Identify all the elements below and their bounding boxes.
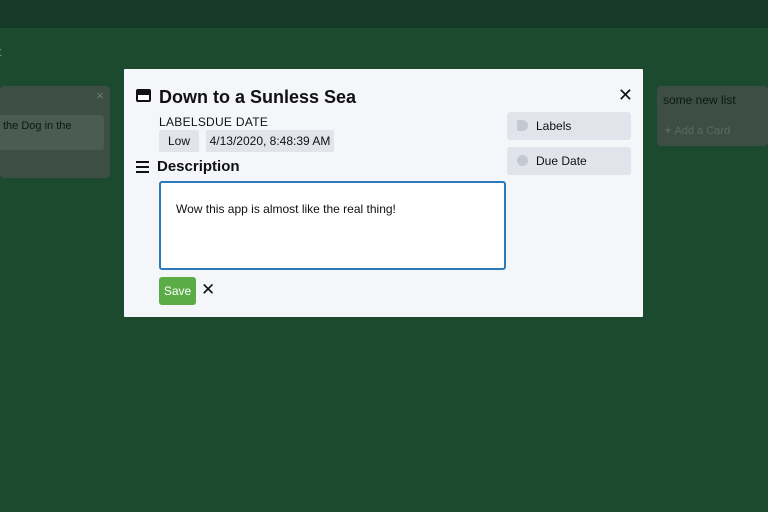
card-icon	[136, 89, 151, 102]
save-button[interactable]: Save	[159, 277, 196, 305]
plus-icon: +	[665, 125, 672, 137]
label-chip[interactable]: Low	[159, 130, 199, 152]
list-title[interactable]: some new list	[663, 93, 736, 107]
due-date-button[interactable]: Due Date	[507, 147, 631, 175]
due-date-button-label: Due Date	[536, 154, 587, 168]
add-card-label: Add a Card	[674, 125, 731, 137]
cancel-icon[interactable]: ✕	[201, 280, 215, 300]
description-heading: Description	[157, 158, 240, 175]
description-icon	[136, 161, 149, 173]
list-close-icon[interactable]: ×	[96, 88, 104, 103]
tag-icon	[517, 120, 528, 131]
description-textarea[interactable]: Wow this app is almost like the real thi…	[159, 181, 506, 270]
card-title[interactable]: Down to a Sunless Sea	[159, 87, 356, 108]
clock-icon	[517, 155, 528, 166]
list-left: × the Dog in the	[0, 86, 110, 178]
due-date-heading: DUE DATE	[206, 115, 269, 129]
labels-heading: LABELS	[159, 115, 207, 129]
labels-button[interactable]: Labels	[507, 112, 631, 140]
card-detail-modal: Down to a Sunless Sea ✕ LABELS DUE DATE …	[124, 69, 643, 317]
close-icon[interactable]: ✕	[618, 85, 633, 105]
labels-button-label: Labels	[536, 119, 572, 133]
list-right: some new list + Add a Card	[657, 86, 768, 146]
due-date-chip[interactable]: 4/13/2020, 8:48:39 AM	[206, 130, 334, 152]
add-card-button[interactable]: + Add a Card	[665, 125, 730, 137]
list-card[interactable]: the Dog in the	[0, 115, 104, 150]
